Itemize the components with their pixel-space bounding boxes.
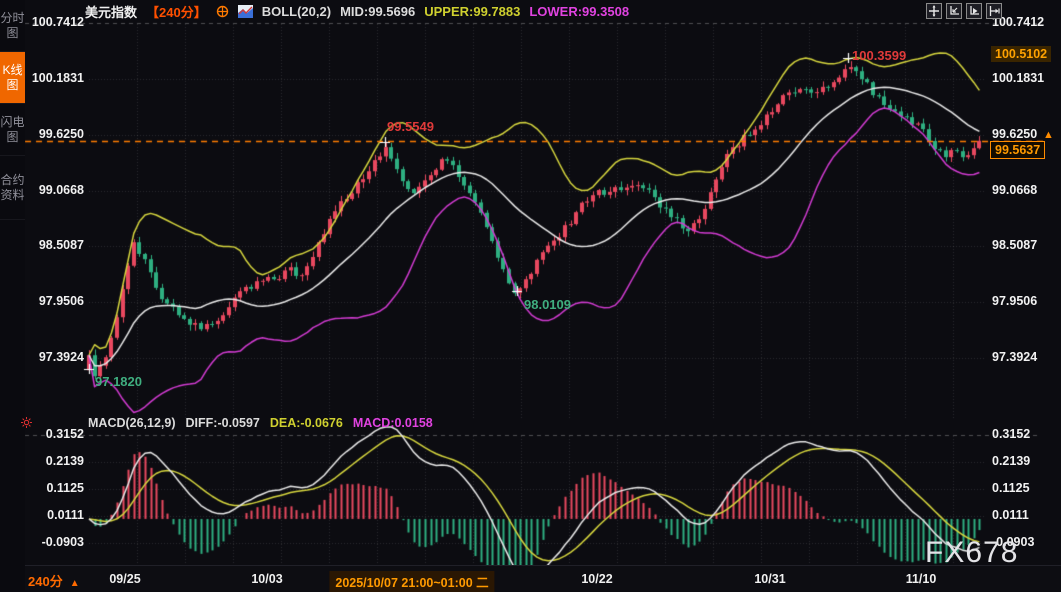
chart-canvas[interactable]: [0, 0, 1061, 590]
chart-header: 美元指数 【240分】 BOLL(20,2) MID:99.5696 UPPER…: [25, 0, 1061, 22]
y-axis-label: 99.0668: [25, 183, 84, 197]
scale-right-icon[interactable]: [966, 3, 982, 19]
chart-thumbnail-icon[interactable]: [238, 5, 253, 18]
macd-hist-value: MACD:0.0158: [353, 416, 433, 430]
boll-label: BOLL(20,2): [262, 4, 331, 19]
sidebar: 分时图 K线图 闪电图 合约资料: [0, 0, 25, 590]
macd-axis-label: 0.2139: [25, 454, 84, 468]
period-tag[interactable]: 【240分】: [146, 2, 207, 21]
sidebar-tab-contract-info[interactable]: 合约资料: [0, 156, 25, 220]
scale-left-icon[interactable]: [946, 3, 962, 19]
y-axis-label: 97.9506: [25, 294, 84, 308]
y-axis-label: 100.1831: [25, 71, 84, 85]
price-annotation: 99.5549: [387, 119, 434, 134]
symbol-name: 美元指数: [85, 2, 137, 21]
macd-axis-label: 0.0111: [992, 508, 1058, 522]
macd-axis-label: 0.1125: [992, 481, 1058, 495]
price-annotation: 98.0109: [524, 297, 571, 312]
x-axis-label: 09/25: [109, 572, 140, 586]
sidebar-tab-time-chart[interactable]: 分时图: [0, 0, 25, 52]
macd-indicator-bar: MACD(26,12,9) DIFF:-0.0597 DEA:-0.0676 M…: [88, 416, 433, 430]
macd-axis-label: 0.1125: [25, 481, 84, 495]
macd-axis-label: 0.3152: [992, 427, 1058, 441]
x-axis-label: 11/10: [906, 572, 937, 586]
sidebar-tab-kline-chart[interactable]: K线图: [0, 52, 25, 104]
x-axis-label: 10/31: [754, 572, 785, 586]
macd-diff-value: DIFF:-0.0597: [186, 416, 260, 430]
sidebar-tab-lightning-chart[interactable]: 闪电图: [0, 104, 25, 156]
period-label: 240分: [28, 574, 63, 589]
session-high-badge: 100.5102: [991, 46, 1051, 62]
sun-icon[interactable]: [21, 417, 32, 428]
chart-toolbar: [926, 3, 1002, 19]
y-axis-label: 98.5087: [992, 238, 1058, 252]
y-axis-label: 100.1831: [992, 71, 1058, 85]
macd-dea-value: DEA:-0.0676: [270, 416, 343, 430]
y-axis-label: 97.3924: [25, 350, 84, 364]
macd-title: MACD(26,12,9): [88, 416, 176, 430]
boll-lower-value: LOWER:99.3508: [529, 4, 629, 19]
price-annotation: 100.3599: [852, 48, 906, 63]
period-arrow-icon: ▲: [70, 578, 80, 589]
macd-axis-label: 0.0111: [25, 508, 84, 522]
macd-axis-label: 0.2139: [992, 454, 1058, 468]
crosshair-move-icon[interactable]: [926, 3, 942, 19]
x-axis-label: 10/03: [251, 572, 282, 586]
boll-mid-value: MID:99.5696: [340, 4, 415, 19]
pan-right-icon[interactable]: [986, 3, 1002, 19]
boll-upper-value: UPPER:99.7883: [424, 4, 520, 19]
y-axis-label: 99.0668: [992, 183, 1058, 197]
y-axis-label: 98.5087: [25, 238, 84, 252]
macd-axis-label: 0.3152: [25, 427, 84, 441]
macd-axis-label: -0.0903: [25, 535, 84, 549]
price-annotation: 97.1820: [95, 374, 142, 389]
target-icon[interactable]: [216, 5, 229, 18]
x-axis-label: 10/22: [581, 572, 612, 586]
y-axis-label: 97.9506: [992, 294, 1058, 308]
y-axis-label: 99.6250: [25, 127, 84, 141]
app-window: { "header":{ "symbol":"美元指数", "period":"…: [0, 0, 1061, 590]
price-up-arrow-icon: ▲: [1043, 129, 1054, 141]
y-axis-label: 97.3924: [992, 350, 1058, 364]
x-axis-crosshair-date: 2025/10/07 21:00~01:00 二: [329, 571, 494, 592]
period-selector[interactable]: 240分 ▲: [28, 571, 80, 590]
last-price-box: 99.5637: [990, 141, 1045, 159]
fx678-watermark: FX678: [925, 536, 1018, 570]
